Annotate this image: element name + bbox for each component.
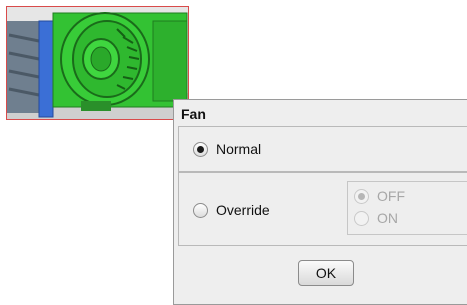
normal-group: Normal [178, 126, 467, 172]
fan-image [6, 6, 189, 120]
normal-radio-label: Normal [216, 141, 262, 157]
off-radio-option: OFF [354, 188, 405, 204]
normal-radio-option[interactable]: Normal [193, 141, 261, 157]
off-radio-label: OFF [377, 188, 405, 204]
off-radio-button [354, 188, 369, 204]
override-radio-label: Override [216, 202, 270, 218]
on-radio-option: ON [354, 210, 398, 226]
fan-dialog: Fan Normal Override OFF ON OK [173, 99, 467, 305]
dialog-title: Fan [181, 106, 206, 122]
override-radio-button[interactable] [193, 202, 208, 218]
on-radio-label: ON [377, 210, 398, 226]
ok-button[interactable]: OK [298, 260, 354, 286]
on-radio-button [354, 210, 369, 226]
override-state-group: OFF ON [347, 181, 467, 235]
normal-radio-button[interactable] [193, 141, 208, 157]
override-radio-option[interactable]: Override [193, 202, 270, 218]
fan-illustration [7, 7, 188, 119]
override-group: Override OFF ON [178, 172, 467, 246]
